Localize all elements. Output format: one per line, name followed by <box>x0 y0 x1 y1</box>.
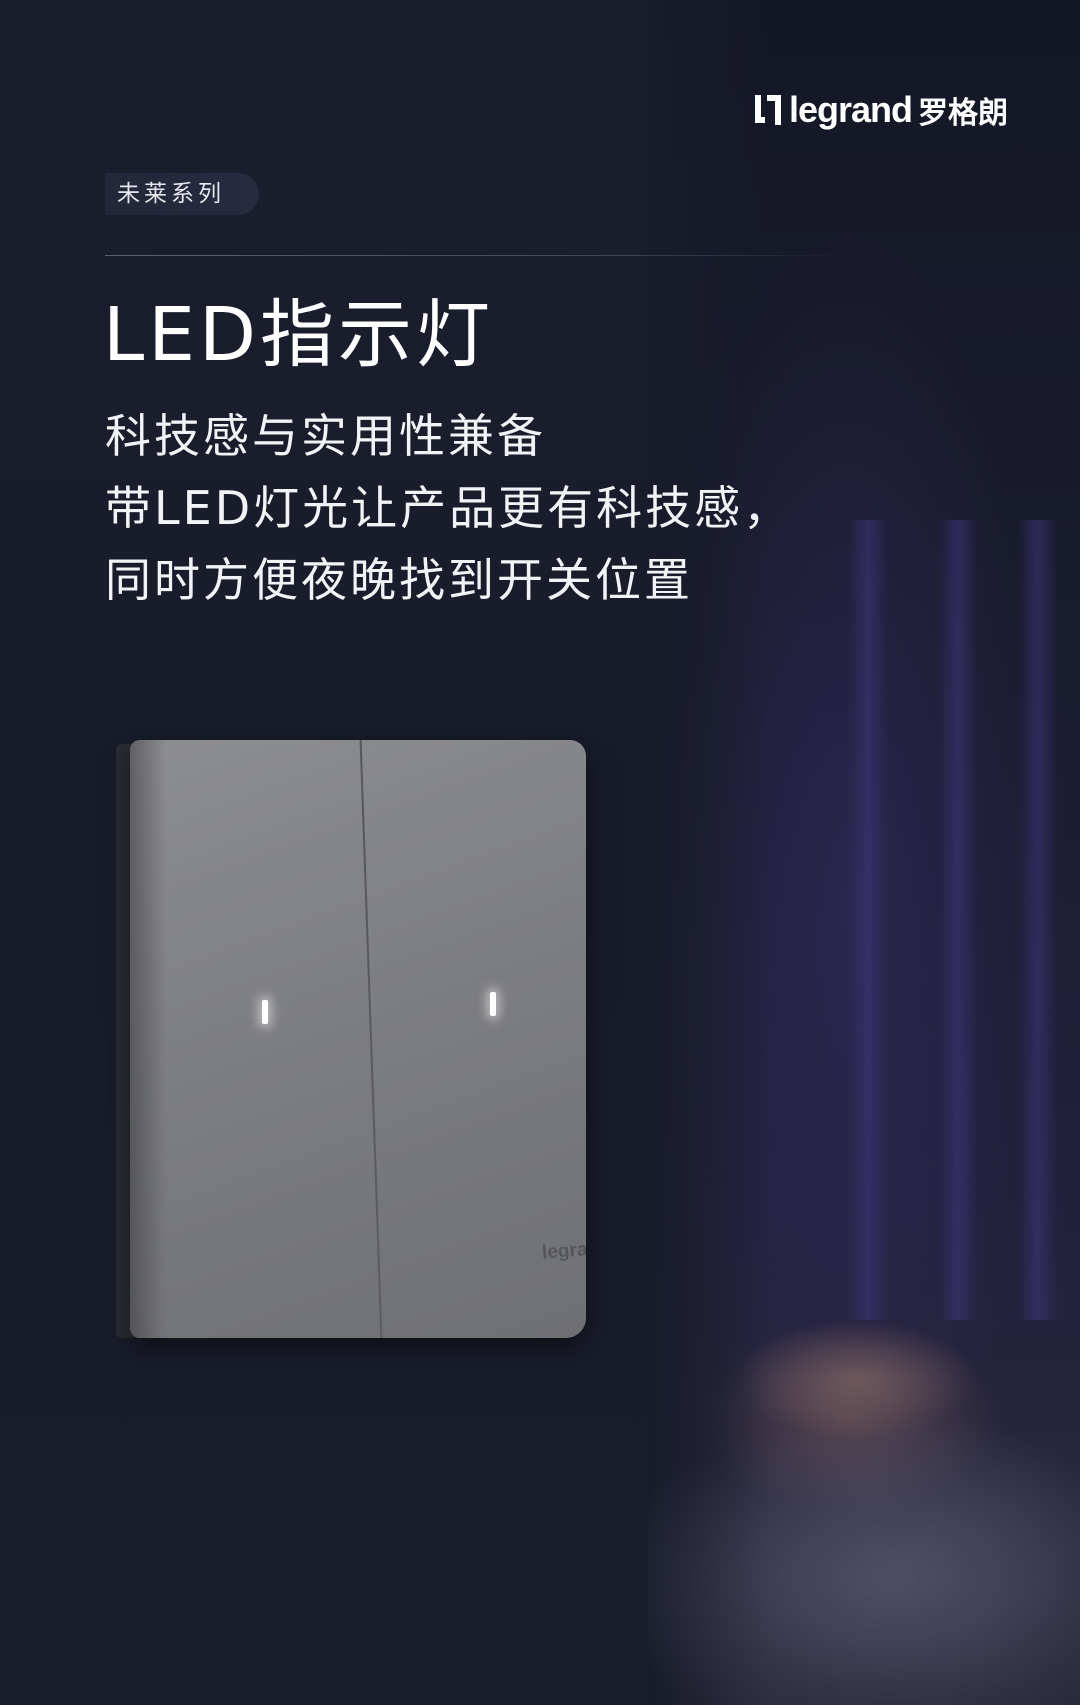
switch-panel-image: legrand <box>116 740 588 1340</box>
description: 科技感与实用性兼备 带LED灯光让产品更有科技感， 同时方便夜晚找到开关位置 <box>105 400 792 616</box>
led-indicator-icon <box>262 1000 268 1024</box>
curtain-fold <box>938 520 978 1320</box>
led-indicator-icon <box>490 992 496 1016</box>
description-line: 同时方便夜晚找到开关位置 <box>105 553 693 607</box>
switch-brand-mark: legrand <box>541 1237 586 1264</box>
description-line: 科技感与实用性兼备 <box>105 409 546 463</box>
rocker-divider <box>359 740 383 1338</box>
logo-wordmark: legrand <box>788 89 913 130</box>
series-tag: 未莱系列 <box>105 173 259 215</box>
sleeping-person <box>648 1300 1080 1705</box>
page-title: LED指示灯 <box>103 292 494 378</box>
description-line: 带LED灯光让产品更有科技感， <box>105 481 793 535</box>
switch-plate: legrand <box>130 740 586 1338</box>
logo-chinese-name: 罗格朗 <box>918 96 1008 131</box>
curtain-fold <box>1018 520 1058 1320</box>
brand-logo: legrand 罗格朗 <box>754 88 1008 132</box>
divider <box>105 255 850 256</box>
legrand-logo-icon <box>754 93 783 127</box>
curtain-fold <box>848 520 888 1320</box>
poster: legrand 罗格朗 未莱系列 LED指示灯 科技感与实用性兼备 带LED灯光… <box>0 0 1080 1705</box>
